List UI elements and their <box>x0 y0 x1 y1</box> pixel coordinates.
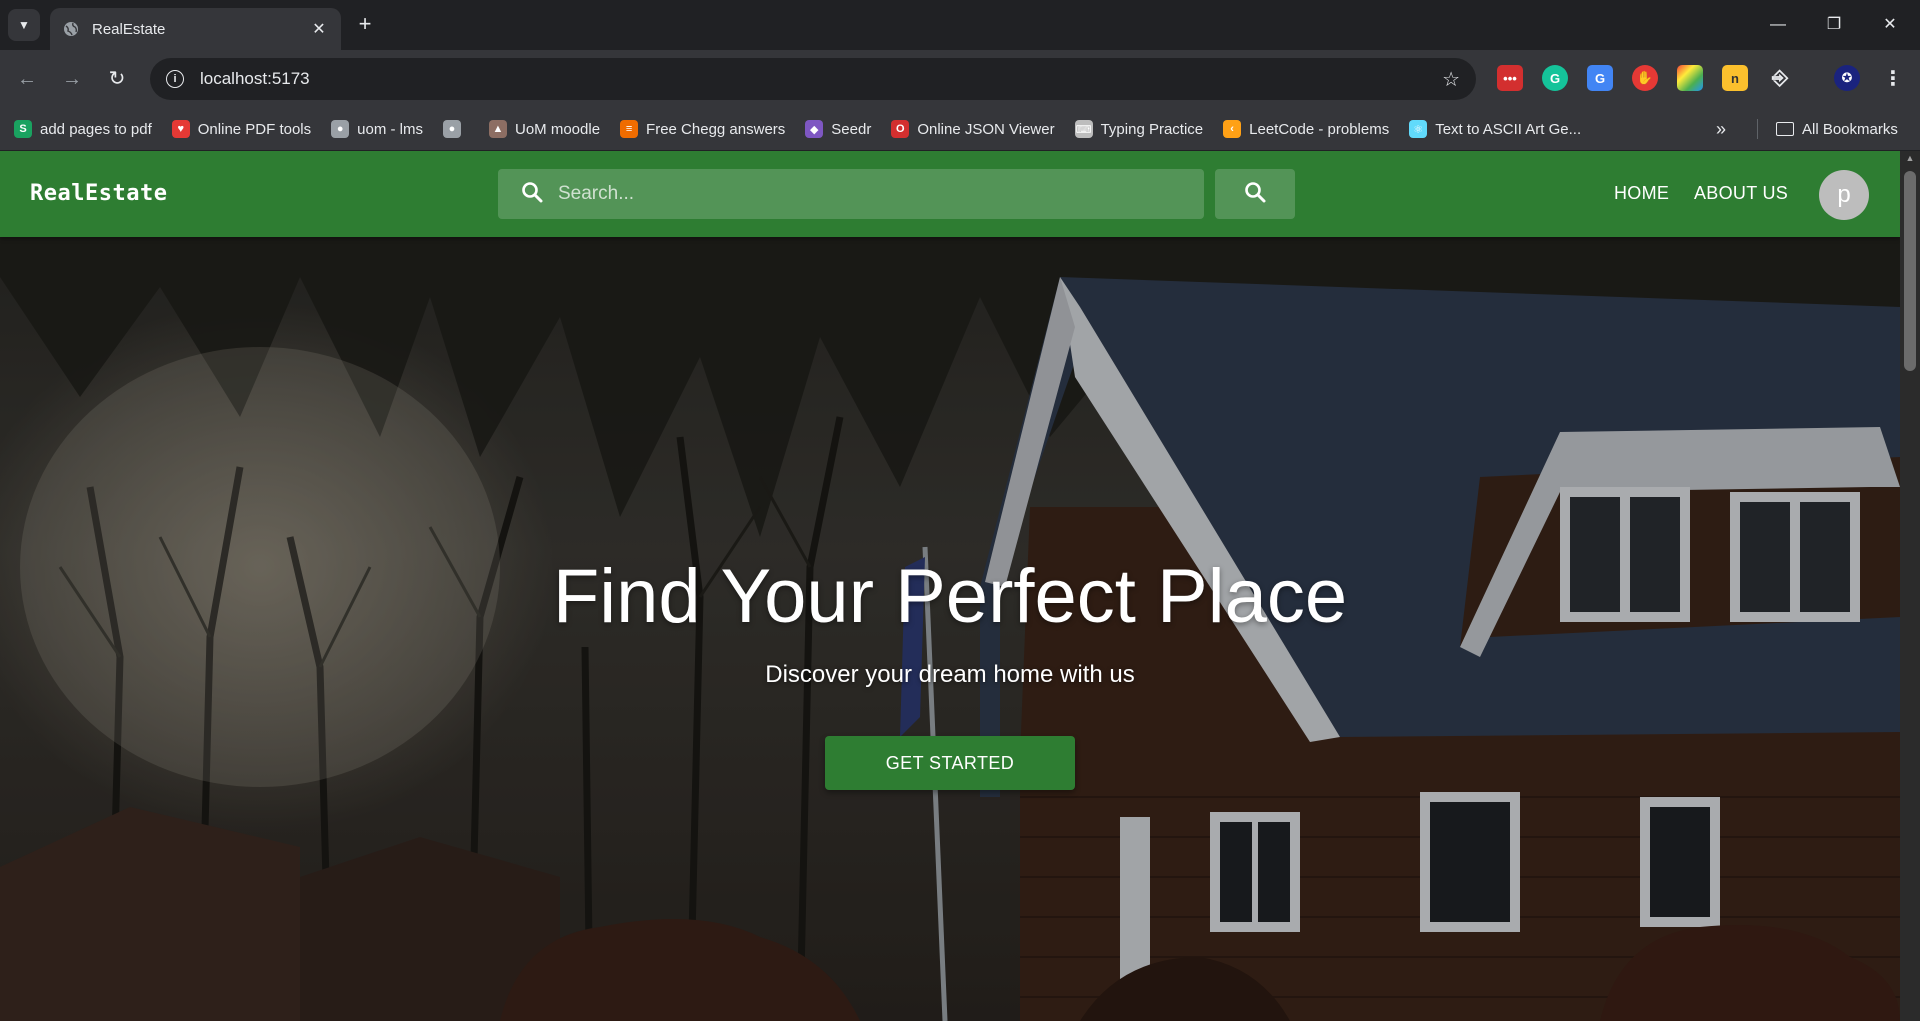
bookmark-star-icon[interactable]: ☆ <box>1442 67 1460 92</box>
bookmark-item[interactable]: ▲ UoM moodle <box>489 120 600 138</box>
kebab-menu-icon[interactable]: ⋮ <box>1880 65 1906 91</box>
translate-icon[interactable]: G <box>1587 65 1613 91</box>
heart-icon: ♥ <box>171 120 190 138</box>
puzzle-icon[interactable]: ⎆ <box>1767 65 1793 91</box>
leetcode-icon: ‹ <box>1223 120 1242 138</box>
tab-close-icon[interactable]: ✕ <box>309 19 329 39</box>
bookmark-item[interactable]: O Online JSON Viewer <box>891 120 1055 138</box>
search-icon <box>520 180 544 209</box>
user-avatar[interactable]: p <box>1819 170 1869 220</box>
browser-toolbar: ← → ↻ i localhost:5173 ☆ ••• G G ✋ n ⎆ ✪… <box>0 50 1920 108</box>
keyboard-icon: ⌨ <box>1074 120 1093 138</box>
bookmark-label: Seedr <box>831 120 872 138</box>
opera-icon: O <box>891 120 910 138</box>
seed-icon: ◆ <box>805 120 824 138</box>
bookmark-item[interactable]: ♥ Online PDF tools <box>171 120 312 138</box>
site-logo[interactable]: RealEstate <box>30 181 167 206</box>
search-icon <box>1243 180 1267 209</box>
bookmark-label: Online JSON Viewer <box>917 120 1055 138</box>
bookmark-item[interactable]: ‹ LeetCode - problems <box>1223 120 1389 138</box>
globe-icon: ● <box>331 120 350 138</box>
moodle-icon: ▲ <box>489 120 507 138</box>
globe-icon <box>62 20 80 38</box>
address-bar[interactable]: i localhost:5173 ☆ <box>150 58 1476 100</box>
bookmark-item[interactable]: ● <box>443 120 469 138</box>
bookmarks-divider <box>1757 119 1758 139</box>
bookmark-item[interactable]: ● uom - lms <box>331 120 423 138</box>
window-close-button[interactable]: ✕ <box>1862 10 1918 40</box>
get-started-button[interactable]: GET STARTED <box>825 736 1075 790</box>
arrow-left-icon: ← <box>17 68 37 90</box>
s-icon: S <box>14 120 32 138</box>
tab-title: RealEstate <box>92 20 166 38</box>
bookmark-item[interactable]: ⚛ Text to ASCII Art Ge... <box>1409 120 1581 138</box>
profile-avatar-icon[interactable]: ✪ <box>1834 65 1860 91</box>
bookmark-label: Free Chegg answers <box>646 120 786 138</box>
search-bar <box>498 169 1204 219</box>
globe-icon: ● <box>443 120 461 138</box>
page-scrollbar[interactable]: ▲ <box>1900 151 1920 1021</box>
browser-tab[interactable]: RealEstate ✕ <box>50 8 341 50</box>
bookmark-item[interactable]: ◆ Seedr <box>805 120 871 138</box>
reload-icon: ↻ <box>108 68 126 90</box>
color-picker-icon[interactable] <box>1677 65 1703 91</box>
new-tab-button[interactable]: + <box>352 12 378 38</box>
bookmark-label: Typing Practice <box>1100 120 1204 138</box>
tab-search-button[interactable]: ▼ <box>8 9 40 41</box>
all-bookmarks-button[interactable]: All Bookmarks <box>1776 108 1898 150</box>
scroll-up-icon[interactable]: ▲ <box>1900 153 1920 163</box>
grammarly-icon[interactable]: G <box>1542 65 1568 91</box>
arrow-right-icon: → <box>62 68 82 90</box>
page-viewport: RealEstate HOME ABOUT US p <box>0 151 1900 1021</box>
bookmark-item[interactable]: ≡ Free Chegg answers <box>620 120 785 138</box>
chevron-down-icon: ▼ <box>18 18 30 32</box>
extension-icon-1[interactable]: ••• <box>1497 65 1523 91</box>
bookmarks-bar: Sadd pages to pdf ♥ Online PDF tools ● uom -… <box>0 108 1920 150</box>
bookmark-item[interactable]: Sadd pages to pdf <box>14 120 152 138</box>
bookmark-label: LeetCode - problems <box>1249 120 1390 138</box>
bookmark-label: Text to ASCII Art Ge... <box>1435 120 1582 138</box>
extension-icon-6[interactable]: n <box>1722 65 1748 91</box>
site-navbar: RealEstate HOME ABOUT US p <box>0 151 1900 237</box>
restore-button[interactable]: ❐ <box>1806 10 1862 40</box>
bookmarks-overflow-icon[interactable]: » <box>1716 108 1726 150</box>
bookmark-label: UoM moodle <box>515 120 601 138</box>
react-icon: ⚛ <box>1409 120 1428 138</box>
search-button[interactable] <box>1215 169 1295 219</box>
hero-section: Find Your Perfect Place Discover your dr… <box>0 237 1900 1021</box>
reload-button[interactable]: ↻ <box>102 64 132 94</box>
forward-button[interactable]: → <box>57 64 87 94</box>
search-input[interactable] <box>558 183 1158 205</box>
bookmark-item[interactable]: ⌨ Typing Practice <box>1074 120 1204 138</box>
books-icon: ≡ <box>620 120 639 138</box>
scrollbar-thumb[interactable] <box>1904 171 1916 371</box>
nav-about-link[interactable]: ABOUT US <box>1694 183 1788 204</box>
url-text: localhost:5173 <box>200 69 310 88</box>
minimize-button[interactable]: — <box>1750 10 1806 40</box>
browser-tabstrip: ▼ RealEstate ✕ + — ❐ ✕ <box>0 0 1920 50</box>
folder-icon <box>1776 122 1794 136</box>
bookmark-label: Online PDF tools <box>197 120 312 138</box>
adblock-icon[interactable]: ✋ <box>1632 65 1658 91</box>
site-info-icon[interactable]: i <box>166 70 184 88</box>
bookmark-label: uom - lms <box>357 120 423 138</box>
hero-title: Find Your Perfect Place <box>552 554 1348 639</box>
bookmark-label: add pages to pdf <box>40 120 152 138</box>
nav-home-link[interactable]: HOME <box>1614 183 1669 204</box>
back-button[interactable]: ← <box>12 64 42 94</box>
all-bookmarks-label: All Bookmarks <box>1802 120 1898 138</box>
hero-subtitle: Discover your dream home with us <box>765 661 1135 688</box>
